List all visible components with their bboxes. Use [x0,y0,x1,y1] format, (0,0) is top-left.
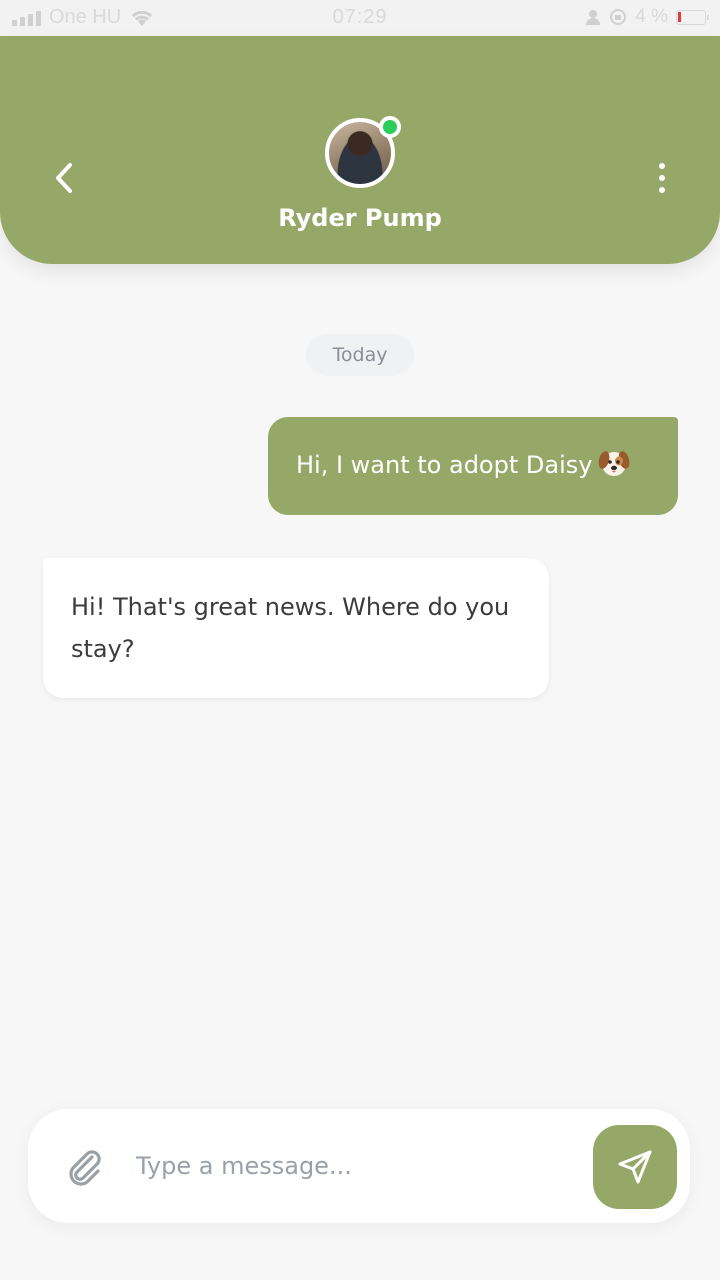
person-icon [586,10,601,25]
outgoing-message[interactable]: Hi, I want to adopt Daisy [268,417,678,515]
message-input[interactable] [136,1143,576,1189]
dog-face-emoji-icon [599,451,630,476]
online-status-dot [379,116,401,138]
paperclip-icon [69,1150,101,1186]
message-composer [28,1109,690,1223]
status-right: 4 % [585,6,709,28]
send-button[interactable] [593,1125,677,1209]
more-options-button[interactable] [650,156,674,200]
orientation-lock-icon [610,9,627,25]
more-vertical-icon [659,163,665,169]
message-text: Hi, I want to adopt Daisy [296,451,593,479]
date-separator: Today [306,334,414,376]
contact-name: Ryder Pump [278,204,442,232]
incoming-message[interactable]: Hi! That's great news. Where do you stay… [43,558,549,698]
message-text: Hi! That's great news. Where do you stay… [71,593,510,663]
battery-icon [676,9,709,25]
avatar-container[interactable] [325,116,401,188]
attach-button[interactable] [64,1145,104,1187]
send-icon [618,1150,652,1184]
status-bar: One HU 07:29 4 % [0,0,720,36]
battery-percent: 4 % [635,6,668,27]
back-button[interactable] [44,156,84,200]
chat-header: Ryder Pump [0,36,720,264]
chevron-left-icon [56,163,72,193]
